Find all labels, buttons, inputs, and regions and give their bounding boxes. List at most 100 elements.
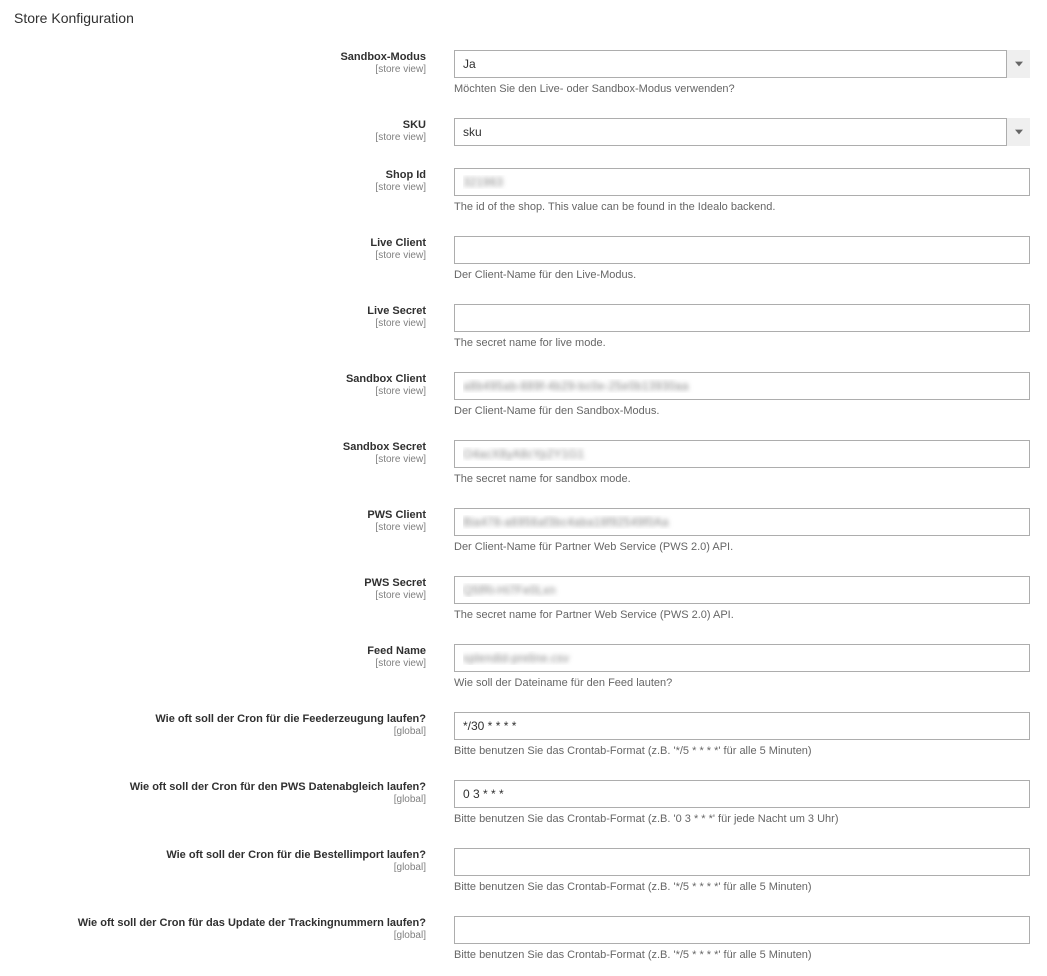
label-cron-feed: Wie oft soll der Cron für die Feederzeug…	[12, 712, 426, 726]
row-cron-pws: Wie oft soll der Cron für den PWS Datena…	[12, 780, 1035, 826]
live-secret-input[interactable]	[454, 304, 1030, 332]
label-col: SKU [store view]	[12, 118, 454, 144]
note: Der Client-Name für den Live-Modus.	[454, 268, 1030, 282]
field-col: Der Client-Name für Partner Web Service …	[454, 508, 1030, 554]
label-col: Feed Name [store view]	[12, 644, 454, 670]
row-shop-id: Shop Id [store view] The id of the shop.…	[12, 168, 1035, 214]
label-col: Wie oft soll der Cron für die Bestellimp…	[12, 848, 454, 874]
row-pws-secret: PWS Secret [store view] The secret name …	[12, 576, 1035, 622]
row-pws-client: PWS Client [store view] Der Client-Name …	[12, 508, 1035, 554]
label-col: Shop Id [store view]	[12, 168, 454, 194]
sandbox-secret-input[interactable]	[454, 440, 1030, 468]
scope: [store view]	[12, 454, 426, 466]
scope: [store view]	[12, 250, 426, 262]
row-live-secret: Live Secret [store view] The secret name…	[12, 304, 1035, 350]
cron-tracking-input[interactable]	[454, 916, 1030, 944]
cron-order-input[interactable]	[454, 848, 1030, 876]
label-sandbox-secret: Sandbox Secret	[12, 440, 426, 454]
field-col: Wie soll der Dateiname für den Feed laut…	[454, 644, 1030, 690]
scope: [global]	[12, 862, 426, 874]
note: Der Client-Name für den Sandbox-Modus.	[454, 404, 1030, 418]
label-pws-secret: PWS Secret	[12, 576, 426, 590]
label-sandbox-client: Sandbox Client	[12, 372, 426, 386]
row-feed-name: Feed Name [store view] Wie soll der Date…	[12, 644, 1035, 690]
pws-secret-input[interactable]	[454, 576, 1030, 604]
label-live-secret: Live Secret	[12, 304, 426, 318]
scope: [store view]	[12, 522, 426, 534]
field-col: Bitte benutzen Sie das Crontab-Format (z…	[454, 780, 1030, 826]
sku-select[interactable]: sku	[454, 118, 1030, 146]
cron-pws-input[interactable]	[454, 780, 1030, 808]
row-sandbox-mode: Sandbox-Modus [store view] Ja Möchten Si…	[12, 50, 1035, 96]
field-col: sku	[454, 118, 1030, 146]
label-col: Wie oft soll der Cron für die Feederzeug…	[12, 712, 454, 738]
row-cron-order: Wie oft soll der Cron für die Bestellimp…	[12, 848, 1035, 894]
label-cron-order: Wie oft soll der Cron für die Bestellimp…	[12, 848, 426, 862]
note: Wie soll der Dateiname für den Feed laut…	[454, 676, 1030, 690]
note: The id of the shop. This value can be fo…	[454, 200, 1030, 214]
select-wrap: Ja	[454, 50, 1030, 78]
field-col: Der Client-Name für den Sandbox-Modus.	[454, 372, 1030, 418]
label-col: Sandbox-Modus [store view]	[12, 50, 454, 76]
label-col: Wie oft soll der Cron für den PWS Datena…	[12, 780, 454, 806]
label-col: Live Client [store view]	[12, 236, 454, 262]
scope: [store view]	[12, 590, 426, 602]
row-sku: SKU [store view] sku	[12, 118, 1035, 146]
field-col: Bitte benutzen Sie das Crontab-Format (z…	[454, 916, 1030, 962]
field-col: The secret name for live mode.	[454, 304, 1030, 350]
label-pws-client: PWS Client	[12, 508, 426, 522]
label-col: PWS Client [store view]	[12, 508, 454, 534]
scope: [store view]	[12, 132, 426, 144]
row-sandbox-secret: Sandbox Secret [store view] The secret n…	[12, 440, 1035, 486]
field-col: Ja Möchten Sie den Live- oder Sandbox-Mo…	[454, 50, 1030, 96]
label-shop-id: Shop Id	[12, 168, 426, 182]
field-col: Bitte benutzen Sie das Crontab-Format (z…	[454, 848, 1030, 894]
note: Bitte benutzen Sie das Crontab-Format (z…	[454, 948, 1030, 962]
sandbox-mode-select[interactable]: Ja	[454, 50, 1030, 78]
sandbox-client-input[interactable]	[454, 372, 1030, 400]
config-form: Sandbox-Modus [store view] Ja Möchten Si…	[12, 46, 1035, 962]
field-col: The secret name for Partner Web Service …	[454, 576, 1030, 622]
field-col: The secret name for sandbox mode.	[454, 440, 1030, 486]
row-cron-tracking: Wie oft soll der Cron für das Update der…	[12, 916, 1035, 962]
note: Bitte benutzen Sie das Crontab-Format (z…	[454, 880, 1030, 894]
field-col: Bitte benutzen Sie das Crontab-Format (z…	[454, 712, 1030, 758]
scope: [global]	[12, 930, 426, 942]
label-col: Live Secret [store view]	[12, 304, 454, 330]
field-col: Der Client-Name für den Live-Modus.	[454, 236, 1030, 282]
scope: [store view]	[12, 658, 426, 670]
label-feed-name: Feed Name	[12, 644, 426, 658]
note: The secret name for live mode.	[454, 336, 1030, 350]
scope: [store view]	[12, 386, 426, 398]
note: Der Client-Name für Partner Web Service …	[454, 540, 1030, 554]
scope: [store view]	[12, 318, 426, 330]
section-title: Store Konfiguration	[12, 10, 1035, 26]
scope: [store view]	[12, 182, 426, 194]
scope: [store view]	[12, 64, 426, 76]
label-sandbox-mode: Sandbox-Modus	[12, 50, 426, 64]
label-sku: SKU	[12, 118, 426, 132]
row-live-client: Live Client [store view] Der Client-Name…	[12, 236, 1035, 282]
note: Bitte benutzen Sie das Crontab-Format (z…	[454, 812, 1030, 826]
feed-name-input[interactable]	[454, 644, 1030, 672]
label-col: Sandbox Secret [store view]	[12, 440, 454, 466]
note: The secret name for sandbox mode.	[454, 472, 1030, 486]
label-cron-pws: Wie oft soll der Cron für den PWS Datena…	[12, 780, 426, 794]
label-live-client: Live Client	[12, 236, 426, 250]
live-client-input[interactable]	[454, 236, 1030, 264]
note: The secret name for Partner Web Service …	[454, 608, 1030, 622]
scope: [global]	[12, 726, 426, 738]
row-sandbox-client: Sandbox Client [store view] Der Client-N…	[12, 372, 1035, 418]
row-cron-feed: Wie oft soll der Cron für die Feederzeug…	[12, 712, 1035, 758]
shop-id-input[interactable]	[454, 168, 1030, 196]
note: Bitte benutzen Sie das Crontab-Format (z…	[454, 744, 1030, 758]
cron-feed-input[interactable]	[454, 712, 1030, 740]
pws-client-input[interactable]	[454, 508, 1030, 536]
label-col: Sandbox Client [store view]	[12, 372, 454, 398]
scope: [global]	[12, 794, 426, 806]
field-col: The id of the shop. This value can be fo…	[454, 168, 1030, 214]
label-cron-tracking: Wie oft soll der Cron für das Update der…	[12, 916, 426, 930]
label-col: PWS Secret [store view]	[12, 576, 454, 602]
select-wrap: sku	[454, 118, 1030, 146]
label-col: Wie oft soll der Cron für das Update der…	[12, 916, 454, 942]
